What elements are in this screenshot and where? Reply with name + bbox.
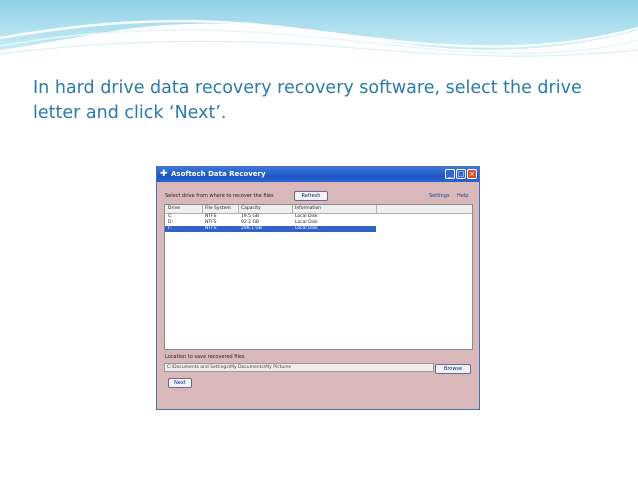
information-cell: Local Disk [295,226,318,231]
next-button[interactable]: Next [168,378,192,388]
app-icon: ✚ [160,169,168,179]
table-header: Drive File System Capacity Information [165,205,472,214]
file-system-cell: NTFS [205,226,217,231]
header-wave-decoration [0,0,638,60]
close-button[interactable]: × [467,169,477,179]
recovery-app-window: ✚ Asoftech Data Recovery _ □ × Select dr… [156,166,480,410]
column-header-file-system[interactable]: File System [205,206,231,211]
save-location-input[interactable]: C:\Documents and Settings\My Documents\M… [164,363,434,372]
column-divider[interactable] [238,205,239,213]
capacity-cell: 298.1 GB [241,226,262,231]
drive-letter-cell: F: [168,226,172,231]
window-title: Asoftech Data Recovery [171,170,266,178]
refresh-button[interactable]: Refresh [294,191,328,201]
save-location-label: Location to save recovered files [165,354,245,360]
select-drive-label: Select drive from where to recover the f… [165,193,274,199]
settings-link[interactable]: Settings [429,193,450,199]
column-divider[interactable] [376,205,377,213]
column-header-drive[interactable]: Drive [168,206,180,211]
slide-instruction-text: In hard drive data recovery recovery sof… [33,78,582,123]
minimize-button[interactable]: _ [445,169,455,179]
browse-button[interactable]: Browse [435,364,471,374]
help-link[interactable]: Help [457,193,468,199]
maximize-button[interactable]: □ [456,169,466,179]
column-divider[interactable] [202,205,203,213]
table-row-selected[interactable]: F: NTFS 298.1 GB Local Disk [165,226,376,232]
drive-list-table[interactable]: Drive File System Capacity Information C… [164,204,473,350]
window-titlebar[interactable]: ✚ Asoftech Data Recovery _ □ × [157,167,479,182]
column-header-information[interactable]: Information [295,206,321,211]
column-header-capacity[interactable]: Capacity [241,206,261,211]
column-divider[interactable] [292,205,293,213]
